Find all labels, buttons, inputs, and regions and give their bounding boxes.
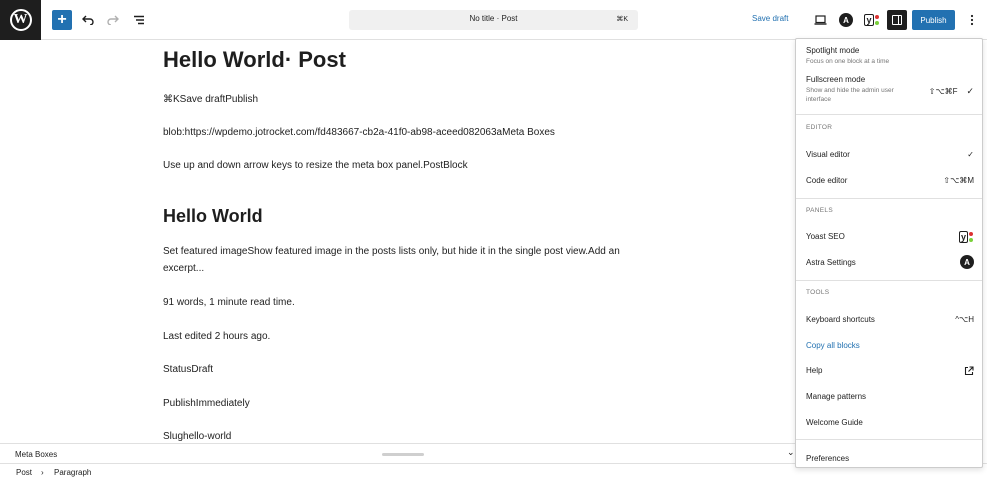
more-vertical-icon[interactable] xyxy=(962,10,982,30)
command-shortcut: ⌘K xyxy=(616,16,628,23)
editor-header: W + No title · Post ⌘K Save draft A y Pu… xyxy=(0,0,987,40)
paragraph-block[interactable]: Use up and down arrow keys to resize the… xyxy=(163,157,653,174)
paragraph-block[interactable]: ⌘KSave draftPublish xyxy=(163,91,653,108)
breadcrumb-separator: › xyxy=(41,468,44,477)
chevron-down-icon[interactable]: ⌄ xyxy=(787,447,795,458)
menu-item-copy-all-blocks[interactable]: Copy all blocks xyxy=(806,341,974,350)
paragraph-block[interactable]: PublishImmediately xyxy=(163,395,653,412)
section-panels: PANELS xyxy=(806,207,833,214)
breadcrumb-post[interactable]: Post xyxy=(16,468,32,477)
fullscreen-shortcut: ⇧⌥⌘F xyxy=(928,87,958,96)
wordpress-icon: W xyxy=(9,9,32,31)
paragraph-block[interactable]: Last edited 2 hours ago. xyxy=(163,328,653,345)
menu-item-fullscreen-mode[interactable]: Fullscreen mode Show and hide the admin … xyxy=(806,75,974,104)
section-tools: TOOLS xyxy=(806,289,830,296)
menu-item-astra-settings[interactable]: Astra Settings A xyxy=(806,255,974,269)
wordpress-logo-button[interactable]: W xyxy=(0,0,41,40)
editor-canvas: Hello World· Post ⌘KSave draftPublish bl… xyxy=(0,41,795,443)
list-view-icon[interactable] xyxy=(129,10,149,30)
paragraph-block[interactable]: StatusDraft xyxy=(163,361,653,378)
redo-icon[interactable] xyxy=(103,10,123,30)
section-editor: EDITOR xyxy=(806,124,833,131)
post-title[interactable]: Hello World· Post xyxy=(163,47,346,73)
paragraph-block[interactable]: 91 words, 1 minute read time. xyxy=(163,294,653,311)
astra-icon: A xyxy=(960,255,974,269)
paragraph-block[interactable]: Set featured imageShow featured image in… xyxy=(163,243,653,277)
paragraph-block[interactable]: blob:https://wpdemo.jotrocket.com/fd4836… xyxy=(163,124,653,141)
menu-item-keyboard-shortcuts[interactable]: Keyboard shortcuts ^⌥H xyxy=(806,315,974,324)
undo-icon[interactable] xyxy=(78,10,98,30)
check-icon: ✓ xyxy=(966,86,974,96)
resize-handle[interactable] xyxy=(382,453,424,456)
paragraph-block[interactable]: Slughello-world xyxy=(163,428,653,443)
menu-item-preferences[interactable]: Preferences xyxy=(806,454,974,463)
menu-item-spotlight-mode[interactable]: Spotlight mode Focus on one block at a t… xyxy=(806,46,974,66)
keyboard-shortcut: ^⌥H xyxy=(955,315,974,324)
menu-item-welcome-guide[interactable]: Welcome Guide xyxy=(806,418,974,427)
menu-item-visual-editor[interactable]: Visual editor ✓ xyxy=(806,150,974,159)
document-title-bar[interactable]: No title · Post ⌘K xyxy=(349,10,638,30)
laptop-icon[interactable] xyxy=(810,10,830,30)
meta-boxes-label: Meta Boxes xyxy=(15,450,58,459)
breadcrumb-paragraph[interactable]: Paragraph xyxy=(54,468,91,477)
publish-button[interactable]: Publish xyxy=(912,10,955,30)
check-icon: ✓ xyxy=(967,150,974,159)
external-link-icon xyxy=(964,366,974,378)
astra-icon[interactable]: A xyxy=(836,10,856,30)
settings-sidebar-button[interactable] xyxy=(887,10,907,30)
save-draft-button[interactable]: Save draft xyxy=(752,14,788,23)
menu-item-help[interactable]: Help xyxy=(806,366,974,378)
heading-block[interactable]: Hello World xyxy=(163,206,263,227)
yoast-icon[interactable]: y xyxy=(859,10,879,30)
document-title: No title · Post xyxy=(469,14,518,23)
code-editor-shortcut: ⇧⌥⌘M xyxy=(943,176,974,185)
add-block-button[interactable]: + xyxy=(52,10,72,30)
sidebar-icon xyxy=(892,15,902,25)
meta-boxes-panel[interactable]: Meta Boxes ⌄ xyxy=(0,443,795,463)
menu-item-yoast-seo[interactable]: Yoast SEO y xyxy=(806,231,974,243)
menu-item-code-editor[interactable]: Code editor ⇧⌥⌘M xyxy=(806,176,974,185)
menu-item-manage-patterns[interactable]: Manage patterns xyxy=(806,392,974,401)
yoast-icon: y xyxy=(958,231,973,243)
options-menu: Spotlight mode Focus on one block at a t… xyxy=(795,38,983,468)
